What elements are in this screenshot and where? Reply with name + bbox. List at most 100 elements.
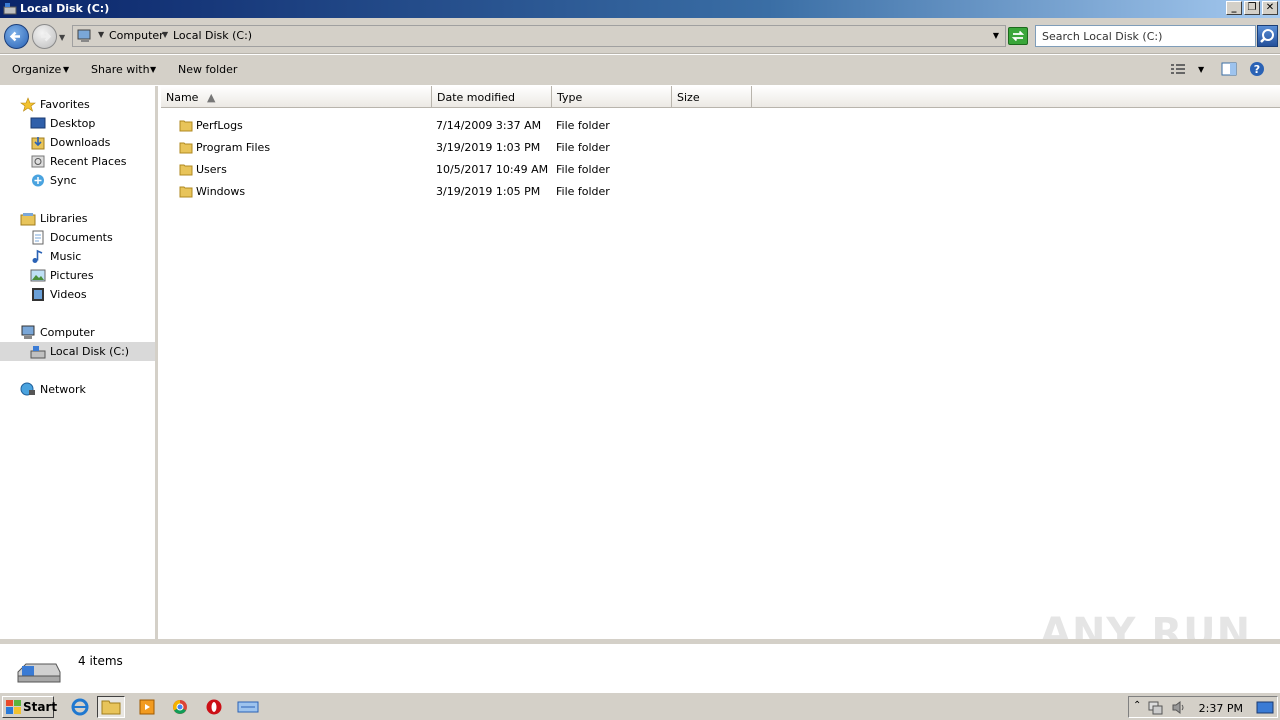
address-row: ▼ ▼ Computer ▼ Local Disk (C:) ▼ Search … (0, 18, 1280, 54)
nav-network[interactable]: Network (0, 380, 155, 399)
folder-icon (179, 186, 193, 198)
column-date-modified[interactable]: Date modified (432, 86, 552, 108)
music-icon (32, 249, 43, 263)
internet-explorer-button[interactable] (66, 696, 94, 718)
chrome-icon (173, 700, 187, 714)
search-button[interactable] (1257, 25, 1278, 47)
address-bar[interactable]: ▼ Computer ▼ Local Disk (C:) ▼ (72, 25, 1006, 47)
crumb-separator[interactable]: ▼ (98, 30, 104, 39)
computer-icon (21, 325, 35, 339)
network-tray-icon[interactable] (1147, 700, 1163, 715)
forward-button[interactable] (32, 24, 57, 49)
table-row[interactable]: PerfLogs 7/14/2009 3:37 AM File folder (161, 115, 761, 137)
new-folder-button[interactable]: New folder (178, 63, 237, 76)
item-count: 4 items (78, 654, 123, 668)
organize-button[interactable]: Organize (12, 63, 61, 76)
nav-label: Computer (40, 326, 95, 339)
show-hidden-icons-icon[interactable]: ⌃ (1133, 700, 1141, 711)
view-options-icon[interactable] (1170, 62, 1186, 76)
nav-label: Local Disk (C:) (50, 345, 130, 358)
preview-pane-icon[interactable] (1221, 62, 1237, 76)
nav-label: Recent Places (50, 155, 127, 168)
share-with-button[interactable]: Share with (91, 63, 150, 76)
media-player-button[interactable] (133, 696, 161, 718)
drive-icon (30, 346, 46, 359)
clock[interactable]: 2:37 PM (1199, 702, 1243, 715)
title-bar: Local Disk (C:) _ ❐ ✕ (0, 0, 1280, 18)
file-name: Windows (196, 185, 246, 198)
file-type: File folder (556, 141, 610, 154)
taskbar: Start ⌃ 2:37 PM (0, 692, 1280, 720)
opera-icon (206, 699, 222, 715)
nav-local-disk[interactable]: Local Disk (C:) (0, 342, 155, 361)
table-row[interactable]: Users 10/5/2017 10:49 AM File folder (161, 159, 761, 181)
folder-icon (179, 120, 193, 132)
refresh-button[interactable] (1008, 27, 1028, 45)
nav-videos[interactable]: Videos (0, 285, 155, 304)
downloads-icon (31, 137, 45, 150)
search-icon (1260, 29, 1274, 43)
table-row[interactable]: Program Files 3/19/2019 1:03 PM File fol… (161, 137, 761, 159)
computer-icon (77, 29, 91, 42)
nav-pictures[interactable]: Pictures (0, 266, 155, 285)
share-dropdown-icon[interactable]: ▼ (150, 65, 156, 74)
volume-icon[interactable] (1171, 700, 1187, 715)
restore-button[interactable]: ❐ (1244, 1, 1260, 15)
view-dropdown-icon[interactable]: ▼ (1198, 65, 1204, 74)
column-label: Name (166, 91, 199, 104)
recent-pages-dropdown[interactable]: ▼ (59, 33, 65, 42)
nav-label: Network (40, 383, 86, 396)
chrome-button[interactable] (166, 696, 194, 718)
nav-music[interactable]: Music (0, 247, 155, 266)
nav-sync[interactable]: Sync (0, 171, 155, 190)
file-date: 3/19/2019 1:03 PM (436, 141, 541, 154)
help-icon[interactable]: ? (1249, 61, 1265, 77)
column-filler (752, 86, 1280, 108)
close-button[interactable]: ✕ (1262, 1, 1278, 15)
crumb-computer[interactable]: Computer (109, 29, 164, 42)
keyboard-button[interactable] (234, 696, 262, 718)
nav-desktop[interactable]: Desktop (0, 114, 155, 133)
organize-dropdown-icon[interactable]: ▼ (63, 65, 69, 74)
start-button[interactable]: Start (2, 696, 58, 718)
show-desktop-icon[interactable] (1256, 700, 1274, 715)
system-tray: ⌃ 2:37 PM (1128, 696, 1278, 718)
star-icon (20, 97, 36, 112)
column-size[interactable]: Size (672, 86, 752, 108)
opera-button[interactable] (200, 696, 228, 718)
nav-documents[interactable]: Documents (0, 228, 155, 247)
file-type: File folder (556, 185, 610, 198)
nav-label: Desktop (50, 117, 96, 130)
nav-label: Documents (50, 231, 113, 244)
minimize-button[interactable]: _ (1226, 1, 1242, 15)
search-input[interactable]: Search Local Disk (C:) (1035, 25, 1256, 47)
explorer-taskbar-button[interactable] (97, 696, 125, 718)
recent-places-icon (31, 155, 45, 168)
command-bar: Organize ▼ Share with ▼ New folder ▼ ? (0, 55, 1280, 85)
crumb-local-disk[interactable]: Local Disk (C:) (173, 29, 252, 42)
folder-icon (179, 164, 193, 176)
drive-icon (17, 663, 61, 683)
crumb-separator[interactable]: ▼ (162, 30, 168, 39)
media-player-icon (139, 699, 155, 715)
table-row[interactable]: Windows 3/19/2019 1:05 PM File folder (161, 181, 761, 203)
file-date: 7/14/2009 3:37 AM (436, 119, 542, 132)
address-dropdown[interactable]: ▼ (993, 31, 999, 40)
file-date: 10/5/2017 10:49 AM (436, 163, 549, 176)
nav-label: Music (50, 250, 82, 263)
nav-downloads[interactable]: Downloads (0, 133, 155, 152)
folder-icon (179, 142, 193, 154)
navigation-pane: Favorites Desktop Downloads Recent Place… (0, 86, 158, 639)
nav-computer[interactable]: Computer (0, 323, 155, 342)
back-button[interactable] (4, 24, 29, 49)
column-name[interactable]: Name ▲ (161, 86, 432, 108)
nav-label: Downloads (50, 136, 111, 149)
pictures-icon (30, 269, 46, 282)
start-label: Start (23, 700, 58, 714)
nav-favorites[interactable]: Favorites (0, 95, 155, 114)
file-type: File folder (556, 119, 610, 132)
nav-libraries[interactable]: Libraries (0, 209, 155, 228)
internet-explorer-icon (71, 698, 89, 716)
nav-recent-places[interactable]: Recent Places (0, 152, 155, 171)
column-type[interactable]: Type (552, 86, 672, 108)
